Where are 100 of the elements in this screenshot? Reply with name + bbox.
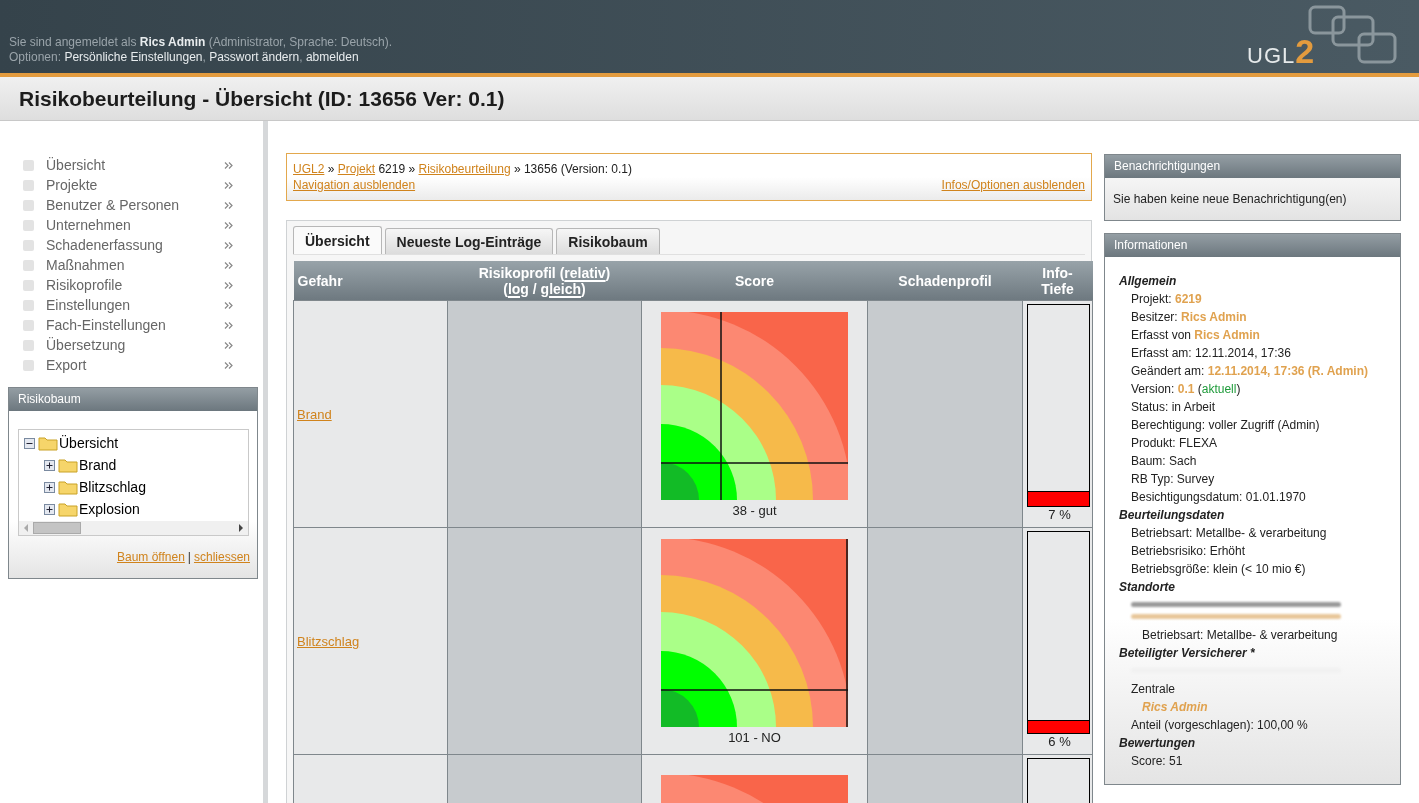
sidebar-item[interactable]: Einstellungen bbox=[23, 295, 263, 315]
section-heading: Beurteilungsdaten bbox=[1119, 507, 1226, 524]
sidebar-item[interactable]: Risikoprofile bbox=[23, 275, 263, 295]
section-heading: Beteiligter Versicherer * bbox=[1119, 645, 1256, 662]
section-heading: Bewertungen bbox=[1119, 735, 1196, 752]
score-label: 101 - NO bbox=[728, 730, 781, 745]
sidebar-item[interactable]: Unternehmen bbox=[23, 215, 263, 235]
info-line: Score: 51 bbox=[1130, 753, 1184, 770]
info-depth-value: 7 % bbox=[1047, 507, 1072, 522]
square-bullet-icon bbox=[23, 179, 34, 191]
panel-title: Benachrichtigungen bbox=[1105, 155, 1400, 178]
square-bullet-icon bbox=[23, 319, 34, 331]
sidebar-item[interactable]: Projekte bbox=[23, 175, 263, 195]
notification-text: Sie haben keine neue Benachrichtigung(en) bbox=[1105, 178, 1400, 220]
double-chevron-icon bbox=[224, 181, 233, 189]
square-bullet-icon bbox=[23, 259, 34, 271]
options-line: Optionen: Persönliche Einstellungen, Passwort ändern, abmelden bbox=[9, 50, 360, 65]
panel-title: Risikobaum bbox=[9, 388, 257, 411]
info-line: Zentrale bbox=[1130, 681, 1177, 698]
sidebar-item[interactable]: Export bbox=[23, 355, 263, 375]
column-header: Gefahr bbox=[293, 261, 448, 301]
info-line: Besitzer: Rics Admin bbox=[1130, 309, 1248, 326]
panel-title: Informationen bbox=[1105, 234, 1400, 257]
page-title: Risikobeurteilung - Übersicht (ID: 13656 Ver: 0.1) bbox=[19, 86, 505, 111]
double-chevron-icon bbox=[224, 301, 233, 309]
sidebar-item[interactable]: Übersetzung bbox=[23, 335, 263, 355]
collapse-icon[interactable] bbox=[24, 437, 35, 449]
folder-icon bbox=[58, 501, 78, 517]
expand-icon[interactable] bbox=[44, 459, 55, 471]
tree-item[interactable]: Explosion bbox=[79, 501, 140, 517]
sidebar-item[interactable]: Benutzer & Personen bbox=[23, 195, 263, 215]
info-line: Version: 0.1 (aktuell) bbox=[1130, 381, 1242, 398]
double-chevron-icon bbox=[224, 321, 233, 329]
info-line: RB Typ: Survey bbox=[1130, 471, 1216, 488]
header-link[interactable]: log bbox=[507, 280, 529, 297]
info-line: Berechtigung: voller Zugriff (Admin) bbox=[1130, 417, 1321, 434]
info-line: Projekt: 6219 bbox=[1130, 291, 1203, 308]
expand-icon[interactable] bbox=[44, 481, 55, 493]
column-header: Schadenprofil bbox=[867, 261, 1023, 301]
info-line: Betriebsart: Metallbe- & verarbeitung bbox=[1130, 525, 1328, 542]
breadcrumb-link[interactable]: Risikobeurteilung bbox=[418, 162, 511, 176]
double-chevron-icon bbox=[224, 161, 233, 169]
sidebar-item[interactable]: Maßnahmen bbox=[23, 255, 263, 275]
info-line: Betriebsgröße: klein (< 10 mio €) bbox=[1130, 561, 1307, 578]
header-link[interactable]: gleich bbox=[540, 280, 582, 297]
header-link[interactable]: relativ bbox=[564, 264, 606, 281]
tab[interactable]: Neueste Log-Einträge bbox=[384, 228, 554, 254]
double-chevron-icon bbox=[224, 241, 233, 249]
section-heading: Standorte bbox=[1119, 579, 1176, 596]
section-heading: Allgemein bbox=[1119, 273, 1178, 290]
score-label: 38 - gut bbox=[732, 503, 777, 518]
square-bullet-icon bbox=[23, 299, 34, 311]
tree-item[interactable]: Brand bbox=[79, 457, 117, 473]
info-line: Geändert am: 12.11.2014, 17:36 (R. Admin) bbox=[1130, 363, 1370, 380]
info-line: Anteil (vorgeschlagen): 100,00 % bbox=[1130, 717, 1309, 734]
double-chevron-icon bbox=[224, 361, 233, 369]
folder-icon bbox=[58, 457, 78, 473]
square-bullet-icon bbox=[23, 339, 34, 351]
square-bullet-icon bbox=[23, 279, 34, 291]
login-text: Sie sind angemeldet als Rics Admin (Administrator, Sprache: Deutsch). bbox=[9, 35, 393, 50]
info-depth-value: 6 % bbox=[1047, 734, 1072, 749]
tab[interactable]: Übersicht bbox=[293, 226, 382, 254]
sidebar-item[interactable]: Schadenerfassung bbox=[23, 235, 263, 255]
breadcrumb-link[interactable]: UGL2 bbox=[293, 162, 325, 176]
double-chevron-icon bbox=[224, 201, 233, 209]
breadcrumb-link[interactable]: Projekt bbox=[337, 162, 376, 176]
separator: | bbox=[187, 550, 191, 564]
info-line: Produkt: FLEXA bbox=[1130, 435, 1219, 452]
square-bullet-icon bbox=[23, 359, 34, 371]
column-header: Risikoprofil (relativ) (log / gleich) bbox=[447, 261, 642, 301]
info-line: Erfasst von Rics Admin bbox=[1130, 327, 1261, 344]
folder-icon bbox=[38, 435, 58, 451]
double-chevron-icon bbox=[224, 281, 233, 289]
tree-item[interactable]: Übersicht bbox=[59, 435, 119, 451]
square-bullet-icon bbox=[23, 219, 34, 231]
info-line: Rics Admin bbox=[1141, 699, 1209, 716]
info-line: Baum: Sach bbox=[1130, 453, 1198, 470]
header-link[interactable]: abmelden bbox=[305, 50, 359, 64]
tree-item[interactable]: Blitzschlag bbox=[79, 479, 146, 495]
scrollbar[interactable] bbox=[19, 521, 248, 535]
square-bullet-icon bbox=[23, 159, 34, 171]
info-line: Betriebsart: Metallbe- & verarbeitung bbox=[1141, 627, 1339, 644]
info-line: Betriebsrisiko: Erhöht bbox=[1130, 543, 1247, 560]
tab[interactable]: Risikobaum bbox=[556, 228, 660, 254]
double-chevron-icon bbox=[224, 261, 233, 269]
scroll-right-icon[interactable] bbox=[238, 524, 244, 532]
column-header: Score bbox=[641, 261, 868, 301]
square-bullet-icon bbox=[23, 199, 34, 211]
sidebar-item[interactable]: Übersicht bbox=[23, 155, 263, 175]
square-bullet-icon bbox=[23, 239, 34, 251]
sidebar-item[interactable]: Fach-Einstellungen bbox=[23, 315, 263, 335]
info-line: Erfasst am: 12.11.2014, 17:36 bbox=[1130, 345, 1292, 362]
breadcrumb: UGL2 » Projekt 6219 » Risikobeurteilung » 13656 (Version: 0.1) bbox=[293, 161, 633, 178]
double-chevron-icon bbox=[224, 221, 233, 229]
expand-icon[interactable] bbox=[44, 503, 55, 515]
column-header: Info-Tiefe bbox=[1022, 261, 1093, 301]
info-line: Status: in Arbeit bbox=[1130, 399, 1217, 416]
info-line: Besichtigungsdatum: 01.01.1970 bbox=[1130, 489, 1307, 506]
double-chevron-icon bbox=[224, 341, 233, 349]
logo: UGL2 bbox=[1241, 0, 1401, 73]
